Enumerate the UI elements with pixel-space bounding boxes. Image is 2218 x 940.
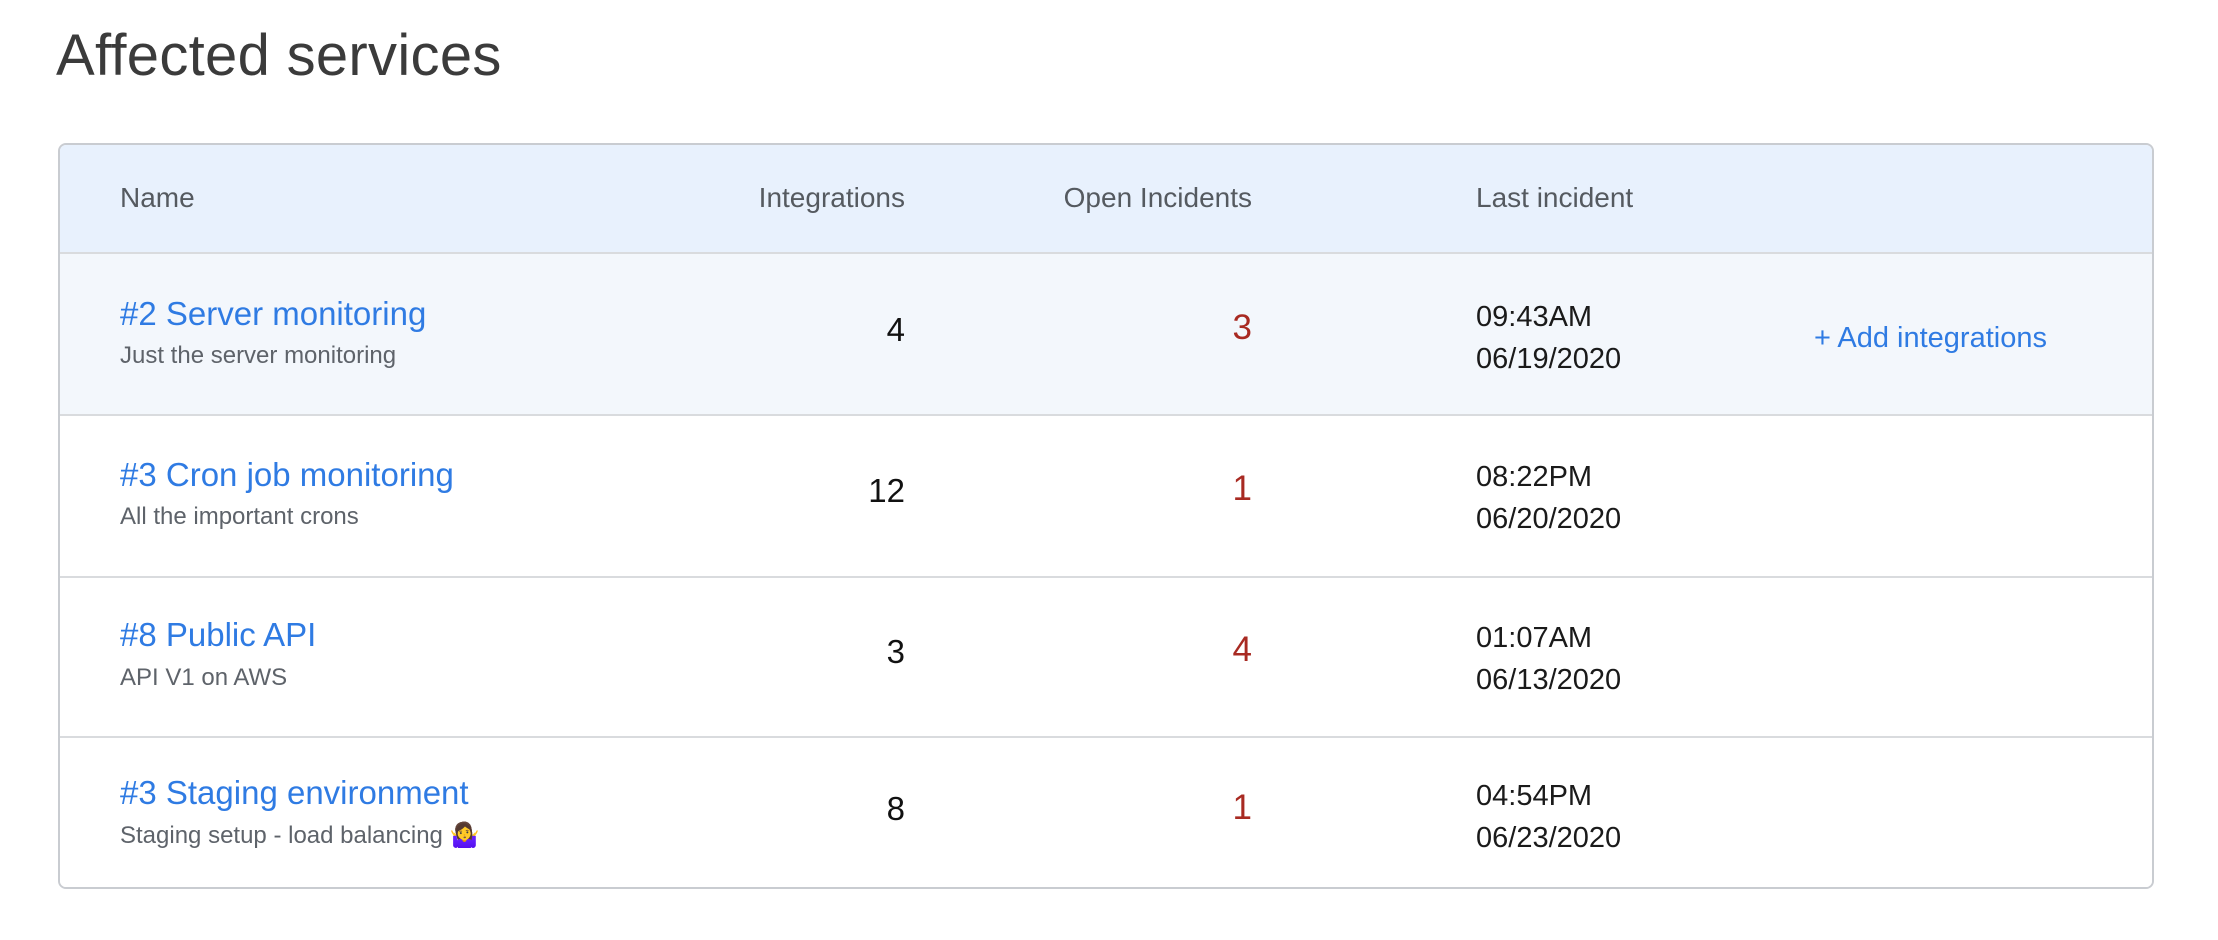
open-incidents-count: 3 <box>1232 308 1252 347</box>
last-incident-date: 06/13/2020 <box>1476 664 1622 696</box>
service-description: Staging setup - load balancing 🤷‍♀️ <box>120 822 480 849</box>
service-description: Just the server monitoring <box>120 342 397 369</box>
column-header-integrations[interactable]: Integrations <box>759 181 905 215</box>
table-header: Name Integrations Open Incidents Last in… <box>60 145 2152 252</box>
service-description: All the important crons <box>120 503 359 530</box>
add-integrations-link[interactable]: + Add integrations <box>1814 321 2047 355</box>
service-description: API V1 on AWS <box>120 664 288 691</box>
last-incident-date: 06/23/2020 <box>1476 822 1622 854</box>
table-row: #8 Public API API V1 on AWS 3 4 01:07AM … <box>60 576 2152 736</box>
open-incidents-count: 1 <box>1232 788 1252 827</box>
service-name-link[interactable]: #3 Staging environment <box>120 773 469 813</box>
last-incident-date: 06/20/2020 <box>1476 503 1622 535</box>
integrations-count: 3 <box>886 633 905 670</box>
last-incident-time: 08:22PM <box>1476 461 1593 493</box>
integrations-count: 8 <box>886 790 905 827</box>
column-header-open-incidents[interactable]: Open Incidents <box>1064 181 1252 215</box>
open-incidents-count: 1 <box>1232 469 1252 508</box>
last-incident-time: 01:07AM <box>1476 622 1593 654</box>
page-title: Affected services <box>56 23 502 88</box>
services-table: Name Integrations Open Incidents Last in… <box>58 143 2154 889</box>
table-row: #2 Server monitoring Just the server mon… <box>60 252 2152 414</box>
integrations-count: 12 <box>868 472 905 509</box>
service-name-link[interactable]: #8 Public API <box>120 615 316 655</box>
last-incident-date: 06/19/2020 <box>1476 343 1622 375</box>
last-incident-time: 04:54PM <box>1476 780 1593 812</box>
open-incidents-count: 4 <box>1232 630 1252 669</box>
integrations-count: 4 <box>886 311 905 348</box>
column-header-name[interactable]: Name <box>120 181 195 215</box>
last-incident-time: 09:43AM <box>1476 301 1593 333</box>
column-header-last-incident[interactable]: Last incident <box>1476 181 1633 215</box>
table-row: #3 Cron job monitoring All the important… <box>60 414 2152 576</box>
table-row: #3 Staging environment Staging setup - l… <box>60 736 2152 887</box>
service-name-link[interactable]: #2 Server monitoring <box>120 294 426 334</box>
service-name-link[interactable]: #3 Cron job monitoring <box>120 455 454 495</box>
